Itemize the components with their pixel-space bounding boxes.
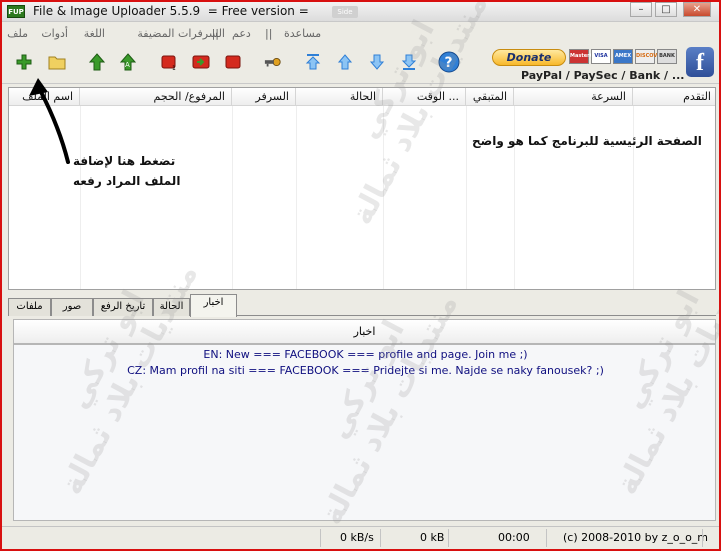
bank-icon: BANK [657,49,677,64]
column-divider [232,106,233,289]
add-file-hint-line1: تضغط هنا لإضافة [73,154,176,168]
annotation-arrow [29,78,70,164]
status-size: 0 kB [420,531,445,544]
status-divider [448,529,449,547]
svg-text:1: 1 [172,65,176,71]
status-divider [702,529,703,547]
stop-forward-button[interactable] [192,53,210,71]
move-bottom-button[interactable] [400,53,418,71]
news-line: EN: New === FACEBOOK === profile and pag… [203,348,528,361]
arrow-down-icon [369,54,385,70]
menu-support[interactable]: دعم [232,27,251,40]
discover-icon: DISCOVER [635,49,665,64]
tab-bar: ملفات صور تاريخ الرفع الحالة اخبار [8,294,716,317]
add-file-hint-line2: الملف المراد رفعه [73,174,181,188]
menu-help[interactable]: مساعدة [284,27,321,40]
list-header: اسم الملف المرفوع/ الحجم السرفر الحالة .… [9,88,715,106]
news-header[interactable]: اخبار [13,319,716,344]
move-up-button[interactable] [336,53,354,71]
settings-button[interactable] [264,53,282,71]
svg-text:A: A [125,61,130,69]
stop-icon [225,55,241,69]
news-panel: اخبار EN: New === FACEBOOK === profile a… [10,317,716,521]
col-progress[interactable]: التقدم [633,88,715,106]
upload-button[interactable] [88,53,106,71]
menu-language[interactable]: اللغة [84,27,105,40]
move-top-button[interactable] [304,53,322,71]
help-icon: ? [438,51,460,73]
arrow-top-icon [305,54,321,70]
mastercard-icon: MasterCard [569,49,603,64]
column-divider [466,106,467,289]
menu-separator: || [211,27,219,40]
visa-icon: VISA [591,49,611,64]
stop-one-icon: 1 [161,55,176,71]
tab-status[interactable]: الحالة [153,298,190,316]
menu-bar: ملف أدوات اللغة السرفرات المضيفة || دعم … [2,23,719,43]
title-bar[interactable]: FUP File & Image Uploader 5.5.9 = Free v… [2,2,719,22]
tab-files[interactable]: ملفات [8,298,51,316]
col-uploaded-size[interactable]: المرفوع/ الحجم [80,88,232,106]
minimize-button[interactable]: – [630,2,652,17]
upload-all-button[interactable]: A [119,53,137,71]
arrow-up-icon [337,54,353,70]
status-copyright: (c) 2008-2010 by z_o_o_m [563,531,709,544]
column-divider [296,106,297,289]
news-line: CZ: Mam profil na siti === FACEBOOK === … [127,364,604,377]
app-icon: FUP [7,5,25,18]
tab-news[interactable]: اخبار [190,294,237,317]
col-status[interactable]: الحالة [296,88,383,106]
toolbar: A 1 ? Donate MasterCard VISA AMEX DISCOV… [2,44,719,84]
payment-methods-text: PayPal / PaySec / Bank / ... [521,69,685,82]
help-button[interactable]: ? [438,51,460,73]
close-button[interactable]: ✕ [683,2,711,17]
col-server[interactable]: السرفر [232,88,296,106]
stop-one-button[interactable]: 1 [160,53,178,71]
window-title: File & Image Uploader 5.5.9 = Free versi… [33,4,309,18]
col-time[interactable]: ... الوقت [383,88,466,106]
main-page-note: الصفحة الرئيسية للبرنامج كما هو واضح [472,134,702,148]
status-divider [320,529,321,547]
key-icon [264,57,281,67]
amex-icon: AMEX [613,49,633,64]
col-speed[interactable]: السرعة [514,88,633,106]
news-content[interactable]: EN: New === FACEBOOK === profile and pag… [13,344,716,521]
ghost-tab: Side [332,6,358,18]
status-speed: 0 kB/s [340,531,374,544]
move-down-button[interactable] [368,53,386,71]
donate-button[interactable]: Donate [492,49,566,66]
tab-upload-history[interactable]: تاريخ الرفع [93,298,153,316]
tab-images[interactable]: صور [51,298,93,316]
menu-file[interactable]: ملف [7,27,28,40]
upload-list[interactable]: اسم الملف المرفوع/ الحجم السرفر الحالة .… [8,87,716,290]
arrow-up-all-icon: A [119,53,137,71]
app-window: FUP File & Image Uploader 5.5.9 = Free v… [0,0,721,551]
menu-tools[interactable]: أدوات [41,27,68,40]
column-divider [383,106,384,289]
maximize-button[interactable]: □ [655,2,677,17]
stop-all-button[interactable] [224,53,242,71]
status-divider [380,529,381,547]
status-time: 00:00 [498,531,530,544]
col-remaining[interactable]: المتبقي [466,88,514,106]
menu-separator-2: || [265,27,273,40]
svg-text:?: ? [445,55,453,71]
status-bar: 0 kB/s 0 kB 00:00 (c) 2008-2010 by z_o_o… [2,526,719,549]
status-divider [546,529,547,547]
payment-cards: MasterCard VISA AMEX DISCOVER BANK [569,49,677,65]
arrow-up-green-icon [88,53,106,71]
stop-arrow-icon [192,55,210,69]
facebook-button[interactable]: f [686,47,714,77]
arrow-bottom-icon [401,54,417,70]
